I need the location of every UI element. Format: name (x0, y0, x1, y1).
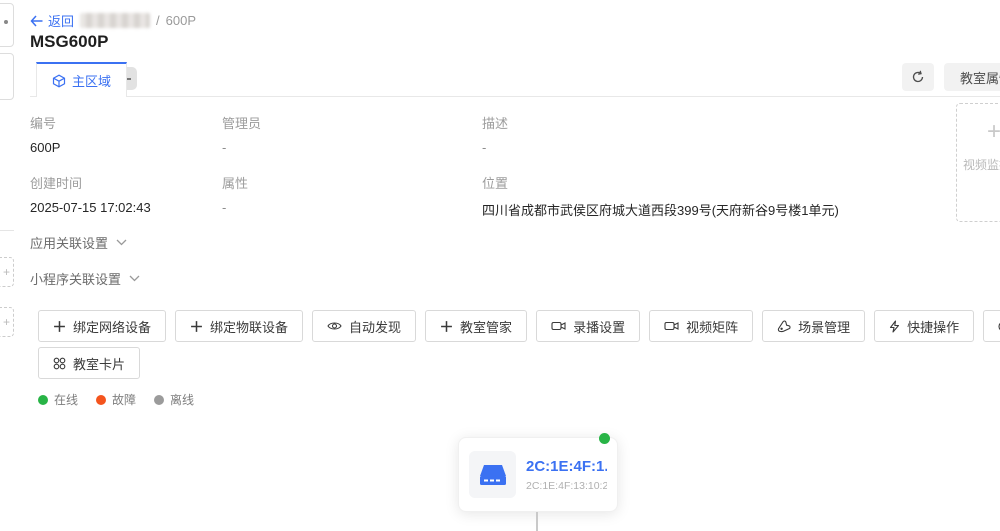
button-label: 自动发现 (349, 317, 401, 336)
eye-icon (327, 320, 342, 332)
classroom-properties-label: 教室属性 (960, 68, 1000, 87)
field-value: - (222, 140, 462, 155)
cube-icon (52, 74, 66, 88)
video-monitor-add-panel[interactable]: + 视频监控 (956, 103, 1000, 222)
fault-dot-icon (96, 395, 106, 405)
device-mac-address: 2C:1E:4F:13:10:2C (526, 480, 607, 492)
button-label: 场景管理 (798, 317, 850, 336)
app-association-settings-toggle[interactable]: 应用关联设置 (30, 233, 127, 252)
device-icon-box (469, 451, 516, 498)
online-dot-icon (38, 395, 48, 405)
field-value: 四川省成都市武侯区府城大道西段399号(天府新谷9号楼1单元) (482, 200, 902, 219)
back-link[interactable]: 返回 (30, 11, 74, 30)
legend-online: 在线 (38, 391, 78, 408)
device-title: 2C:1E:4F:1... (526, 458, 607, 475)
plus-icon (53, 320, 66, 333)
button-label: 教室卡片 (73, 354, 125, 373)
chevron-down-icon (129, 275, 140, 282)
offline-dot-icon (154, 395, 164, 405)
button-label: 绑定物联设备 (210, 317, 288, 336)
left-strip-add-button[interactable]: + (0, 307, 14, 337)
legend-label: 离线 (170, 391, 194, 408)
field-label: 管理员 (222, 113, 462, 132)
plus-icon (190, 320, 203, 333)
video-matrix-button[interactable]: 视频矩阵 (649, 310, 753, 342)
legend-fault: 故障 (96, 391, 136, 408)
collapse-label: 应用关联设置 (30, 233, 108, 252)
tab-main-area[interactable]: 主区域 (36, 62, 127, 97)
legend-offline: 离线 (154, 391, 194, 408)
breadcrumb: 返回 / 600P (30, 11, 196, 30)
button-label: 视频矩阵 (686, 317, 738, 336)
recording-settings-button[interactable]: 录播设置 (536, 310, 640, 342)
left-strip-divider (0, 230, 14, 231)
left-strip-thumbnail[interactable] (0, 53, 14, 100)
left-strip-add-button[interactable]: + (0, 257, 14, 287)
field-description: 描述 - (482, 113, 722, 155)
auto-discover-button[interactable]: 自动发现 (312, 310, 416, 342)
button-label: 快捷操作 (907, 317, 959, 336)
legend-label: 在线 (54, 391, 78, 408)
miniprogram-association-settings-toggle[interactable]: 小程序关联设置 (30, 269, 140, 288)
field-value: - (222, 200, 462, 215)
toolbar-row-1: 绑定网络设备 绑定物联设备 自动发现 教室管家 录播设置 视频矩阵 (38, 310, 1000, 346)
back-arrow-icon (30, 15, 43, 27)
video-monitor-label: 视频监控 (963, 156, 1000, 173)
online-status-dot (599, 433, 610, 444)
breadcrumb-current: 600P (166, 13, 196, 28)
scene-icon (777, 320, 791, 333)
device-node-card[interactable]: 2C:1E:4F:1... 2C:1E:4F:13:10:2C (458, 437, 618, 512)
legend-label: 故障 (112, 391, 136, 408)
quick-actions-button[interactable]: 快捷操作 (874, 310, 974, 342)
field-value: - (482, 140, 722, 155)
switch-group-button[interactable]: 开关组 (983, 310, 1000, 342)
collapse-label: 小程序关联设置 (30, 269, 121, 288)
button-label: 绑定网络设备 (73, 317, 151, 336)
tab-bar: 主区域 教室属性 (30, 62, 1000, 97)
classroom-properties-button[interactable]: 教室属性 (944, 63, 1000, 91)
field-attribute: 属性 - (222, 173, 462, 215)
lightning-icon (889, 320, 900, 333)
field-location: 位置 四川省成都市武侯区府城大道西段399号(天府新谷9号楼1单元) (482, 173, 902, 219)
breadcrumb-separator: / (156, 13, 160, 28)
tab-label: 主区域 (72, 71, 111, 90)
scene-management-button[interactable]: 场景管理 (762, 310, 865, 342)
server-icon (478, 462, 508, 488)
thumbnail-dot-icon (4, 20, 8, 24)
bind-iot-device-button[interactable]: 绑定物联设备 (175, 310, 303, 342)
classroom-card-button[interactable]: 教室卡片 (38, 347, 140, 379)
button-label: 教室管家 (460, 317, 512, 336)
bind-network-device-button[interactable]: 绑定网络设备 (38, 310, 166, 342)
refresh-button[interactable] (902, 63, 934, 91)
plus-icon (440, 320, 453, 333)
classroom-steward-button[interactable]: 教室管家 (425, 310, 527, 342)
redacted-breadcrumb-segment (80, 13, 150, 28)
device-detail-page: { "colors": { "accent_blue": "#3b71f2", … (0, 0, 1000, 531)
back-label: 返回 (48, 11, 74, 30)
field-label: 位置 (482, 173, 902, 192)
field-admin: 管理员 - (222, 113, 462, 155)
left-strip-thumbnail[interactable] (0, 3, 14, 47)
device-texts: 2C:1E:4F:1... 2C:1E:4F:13:10:2C (526, 458, 607, 492)
video-camera-icon (664, 320, 679, 332)
plus-icon: + (987, 118, 1000, 146)
page-title: MSG600P (30, 32, 108, 52)
field-label: 描述 (482, 113, 722, 132)
video-camera-icon (551, 320, 566, 332)
chevron-down-icon (116, 239, 127, 246)
toolbar-row-2: 教室卡片 (38, 347, 140, 379)
status-legend: 在线 故障 离线 (38, 391, 194, 408)
topology-connector-line (536, 512, 538, 531)
button-label: 录播设置 (573, 317, 625, 336)
refresh-icon (911, 70, 925, 84)
grid-icon (53, 357, 66, 370)
field-label: 属性 (222, 173, 462, 192)
